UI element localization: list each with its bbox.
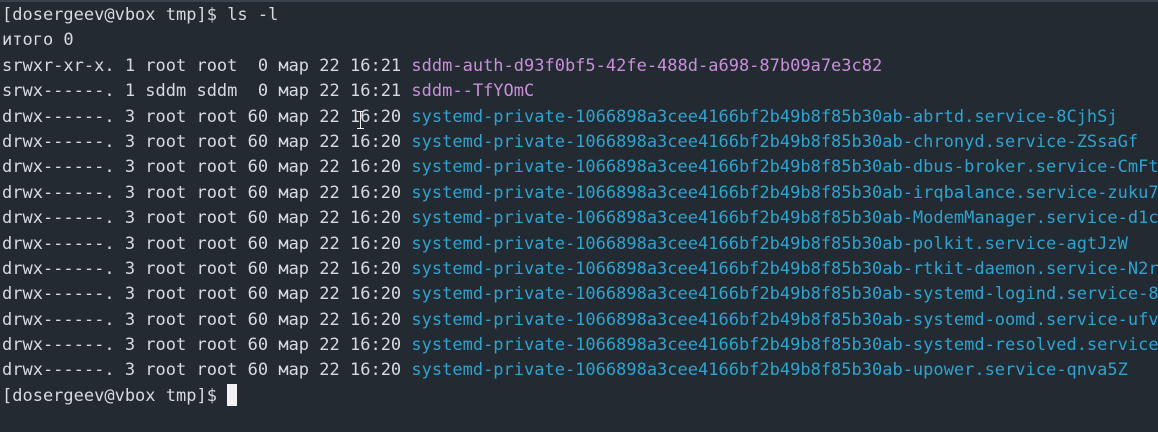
listing-row: drwx------. 3 root root 60 мар 22 16:20 …	[2, 333, 1158, 358]
entry-metadata: srwx------. 1 sddm sddm 0 мар 22 16:21	[2, 81, 402, 102]
entry-metadata: drwx------. 3 root root 60 мар 22 16:20	[2, 233, 402, 254]
directory-name: systemd-private-1066898a3cee4166bf2b49b8…	[411, 182, 1158, 203]
final-prompt-line[interactable]: [dosergeev@vbox tmp]$	[2, 383, 1158, 409]
directory-name: systemd-private-1066898a3cee4166bf2b49b8…	[411, 208, 1158, 229]
entry-metadata: drwx------. 3 root root 60 мар 22 16:20	[2, 131, 402, 152]
directory-name: systemd-private-1066898a3cee4166bf2b49b8…	[411, 360, 1128, 381]
directory-name: systemd-private-1066898a3cee4166bf2b49b8…	[411, 258, 1158, 279]
entry-metadata: drwx------. 3 root root 60 мар 22 16:20	[2, 309, 402, 330]
prompt: [dosergeev@vbox tmp]$	[2, 5, 217, 25]
listing-row: drwx------. 3 root root 60 мар 22 16:20 …	[2, 155, 1158, 180]
text-cursor	[227, 383, 238, 406]
final-prompt: [dosergeev@vbox tmp]$	[2, 385, 217, 406]
entry-metadata: drwx------. 3 root root 60 мар 22 16:20	[2, 335, 402, 356]
directory-name: systemd-private-1066898a3cee4166bf2b49b8…	[411, 284, 1158, 305]
listing-row: drwx------. 3 root root 60 мар 22 16:20 …	[2, 105, 1158, 130]
listing-row: drwx------. 3 root root 60 мар 22 16:20 …	[2, 181, 1158, 206]
socket-name: sddm--TfYOmC	[411, 81, 535, 102]
entry-metadata: drwx------. 3 root root 60 мар 22 16:20	[2, 182, 402, 203]
listing-row: drwx------. 3 root root 60 мар 22 16:20 …	[2, 130, 1158, 155]
entry-metadata: srwxr-xr-x. 1 root root 0 мар 22 16:21	[2, 55, 402, 76]
entry-metadata: drwx------. 3 root root 60 мар 22 16:20	[2, 258, 402, 279]
listing-row: drwx------. 3 root root 60 мар 22 16:20 …	[2, 308, 1158, 333]
total-line: итого 0	[2, 30, 74, 51]
command-line: [dosergeev@vbox tmp]$ ls -l	[2, 3, 1158, 28]
entry-metadata: drwx------. 3 root root 60 мар 22 16:20	[2, 106, 402, 127]
entry-metadata: drwx------. 3 root root 60 мар 22 16:20	[2, 208, 402, 229]
mouse-ibeam-cursor-icon	[357, 110, 364, 130]
directory-name: systemd-private-1066898a3cee4166bf2b49b8…	[411, 335, 1158, 356]
directory-name: systemd-private-1066898a3cee4166bf2b49b8…	[411, 106, 1118, 127]
directory-name: systemd-private-1066898a3cee4166bf2b49b8…	[411, 131, 1139, 152]
socket-name: sddm-auth-d93f0bf5-42fe-488d-a698-87b09a…	[411, 55, 883, 76]
listing-row: drwx------. 3 root root 60 мар 22 16:20 …	[2, 232, 1158, 257]
entry-metadata: drwx------. 3 root root 60 мар 22 16:20	[2, 157, 402, 178]
window-top-edge	[0, 0, 1158, 2]
command-text: ls -l	[227, 5, 279, 25]
listing-row: srwxr-xr-x. 1 root root 0 мар 22 16:21 s…	[2, 54, 1158, 79]
directory-name: systemd-private-1066898a3cee4166bf2b49b8…	[411, 233, 1128, 254]
entry-metadata: drwx------. 3 root root 60 мар 22 16:20	[2, 360, 402, 381]
listing-row: drwx------. 3 root root 60 мар 22 16:20 …	[2, 206, 1158, 231]
listing-row: srwx------. 1 sddm sddm 0 мар 22 16:21 s…	[2, 79, 1158, 104]
entry-metadata: drwx------. 3 root root 60 мар 22 16:20	[2, 284, 402, 305]
listing-row: drwx------. 3 root root 60 мар 22 16:20 …	[2, 257, 1158, 282]
directory-name: systemd-private-1066898a3cee4166bf2b49b8…	[411, 157, 1158, 178]
terminal-window[interactable]: [dosergeev@vbox tmp]$ ls -l итого 0 srwx…	[0, 0, 1158, 432]
listing-output: srwxr-xr-x. 1 root root 0 мар 22 16:21 s…	[2, 54, 1158, 384]
listing-row: drwx------. 3 root root 60 мар 22 16:20 …	[2, 282, 1158, 307]
directory-name: systemd-private-1066898a3cee4166bf2b49b8…	[411, 309, 1158, 330]
listing-row: drwx------. 3 root root 60 мар 22 16:20 …	[2, 358, 1158, 383]
